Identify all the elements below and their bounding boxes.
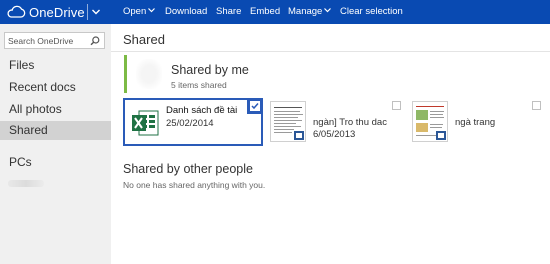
text-line — [274, 123, 296, 124]
search-box — [4, 32, 105, 49]
file-date: 25/02/2014 — [166, 118, 214, 129]
clear-selection-button[interactable]: Clear selection — [340, 6, 403, 17]
text-line — [274, 114, 303, 115]
word-icon — [436, 131, 446, 140]
download-button[interactable]: Download — [165, 6, 207, 17]
image-block — [416, 110, 428, 120]
share-button[interactable]: Share — [216, 6, 241, 17]
cloud-icon — [7, 5, 26, 18]
text-line — [274, 117, 298, 118]
shared-by-others-heading: Shared by other people — [123, 162, 253, 176]
search-icon[interactable] — [90, 36, 100, 46]
text-line — [430, 127, 442, 128]
chevron-down-icon — [148, 8, 156, 13]
text-line — [430, 111, 444, 112]
shared-by-others-empty-message: No one has shared anything with you. — [123, 180, 266, 190]
file-tile-selected[interactable]: Danh sách đề tài 25/02/2014 — [123, 98, 263, 146]
onedrive-logo[interactable]: OneDrive — [6, 3, 85, 21]
search-input[interactable] — [8, 34, 88, 47]
group-image — [136, 59, 162, 89]
check-icon — [250, 101, 260, 111]
file-name[interactable]: ngà trang — [455, 117, 495, 128]
sidebar-item-shared[interactable]: Shared — [0, 121, 111, 140]
text-line — [274, 126, 301, 127]
shared-by-me-heading[interactable]: Shared by me — [171, 63, 249, 77]
embed-button[interactable]: Embed — [250, 6, 280, 17]
chevron-down-icon — [324, 8, 332, 13]
text-line — [430, 124, 443, 125]
open-button[interactable]: Open — [123, 6, 156, 17]
text-line — [416, 106, 444, 107]
chevron-down-icon[interactable] — [91, 7, 101, 17]
text-line — [274, 107, 302, 108]
file-thumbnail[interactable] — [270, 101, 306, 142]
divider — [111, 51, 550, 52]
text-line — [274, 120, 302, 121]
sidebar-item-files[interactable]: Files — [0, 56, 111, 75]
text-line — [430, 114, 443, 115]
selected-checkbox[interactable] — [247, 98, 263, 114]
file-checkbox[interactable] — [532, 101, 541, 110]
top-bar: OneDrive Open Download Share Embed Manag… — [0, 0, 550, 24]
sidebar-item-recent-docs[interactable]: Recent docs — [0, 78, 111, 97]
text-line — [430, 117, 444, 118]
file-name: Danh sách đề tài — [166, 105, 238, 116]
sidebar-item-pcs[interactable]: PCs — [0, 153, 111, 172]
brand-divider — [87, 4, 88, 20]
word-icon — [294, 131, 304, 140]
open-label: Open — [123, 6, 147, 17]
text-line — [274, 111, 300, 112]
file-thumbnail[interactable] — [412, 101, 448, 142]
file-name[interactable]: ngàn] Tro thu dac — [313, 117, 387, 128]
sidebar: Files Recent docs All photos Shared PCs — [0, 24, 111, 264]
shared-by-me-thumbnail[interactable] — [124, 55, 164, 93]
manage-label: Manage — [288, 6, 323, 17]
shared-count: 5 items shared — [171, 80, 227, 90]
pc-entry-redacted[interactable] — [8, 180, 44, 187]
text-line — [274, 132, 292, 133]
sidebar-item-all-photos[interactable]: All photos — [0, 100, 111, 119]
page-title: Shared — [123, 32, 165, 47]
app-name: OneDrive — [29, 4, 85, 20]
excel-icon — [132, 110, 159, 136]
manage-button[interactable]: Manage — [288, 6, 332, 17]
file-checkbox[interactable] — [392, 101, 401, 110]
text-line — [274, 129, 294, 130]
file-date: 6/05/2013 — [313, 129, 356, 140]
image-block — [416, 123, 428, 132]
text-line — [416, 135, 438, 136]
